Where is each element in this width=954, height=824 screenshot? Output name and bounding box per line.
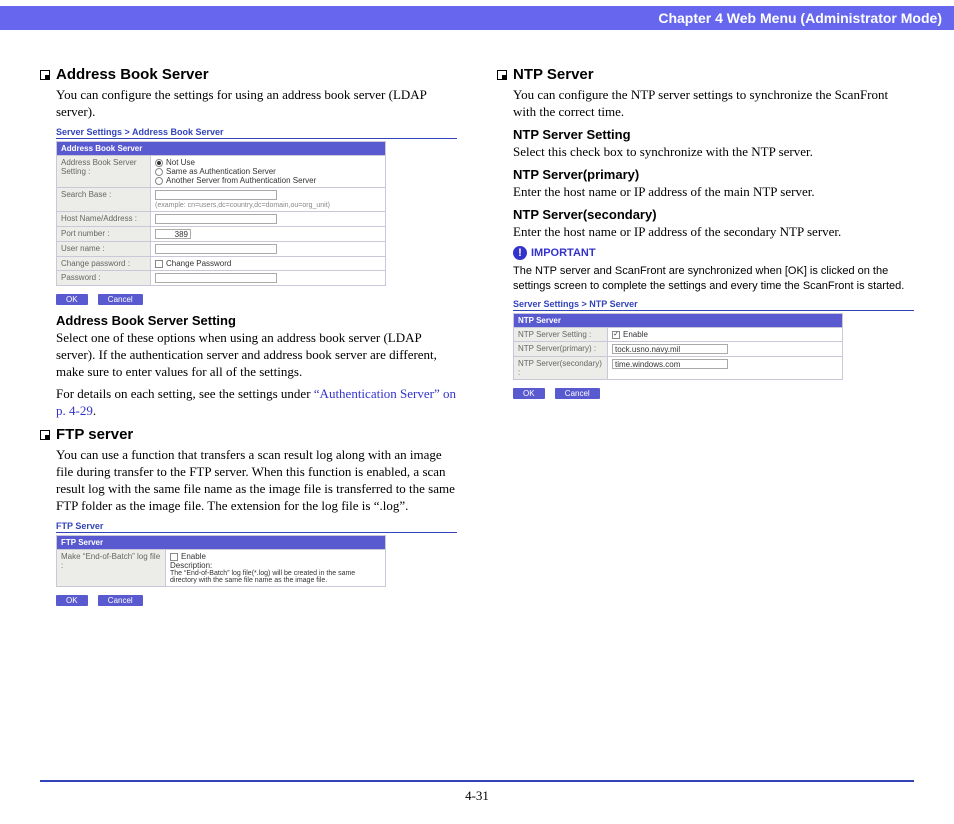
two-column-layout: Address Book Server You can configure th… (40, 60, 914, 614)
row-label: Make “End-of-Batch” log file : (57, 549, 166, 586)
breadcrumb: FTP Server (56, 521, 457, 533)
row-value: Enable (608, 328, 843, 342)
text-field[interactable] (155, 214, 277, 224)
radio-label: Another Server from Authentication Serve… (166, 176, 316, 185)
cancel-button[interactable]: Cancel (555, 388, 600, 399)
left-column: Address Book Server You can configure th… (40, 60, 457, 614)
title-text: NTP Server (513, 66, 594, 83)
row-label: NTP Server Setting : (514, 328, 608, 342)
row-value: Change Password (151, 256, 386, 270)
text-field[interactable]: 389 (155, 229, 191, 239)
text-field[interactable] (155, 190, 277, 200)
radio-icon[interactable] (155, 177, 163, 185)
row-label: NTP Server(primary) : (514, 342, 608, 357)
row-value: 389 (151, 226, 386, 241)
body-text: Select this check box to synchronize wit… (513, 144, 914, 161)
text-fragment: For details on each setting, see the set… (56, 386, 314, 401)
ok-button[interactable]: OK (513, 388, 545, 399)
bullet-icon (40, 430, 50, 440)
table-header: Address Book Server (57, 141, 386, 155)
screenshot-ntp-server: Server Settings > NTP Server NTP Server … (513, 299, 914, 399)
page-number: 4-31 (40, 788, 914, 804)
body-text: Select one of these options when using a… (56, 330, 457, 381)
sub-heading: Address Book Server Setting (56, 313, 457, 328)
breadcrumb: Server Settings > NTP Server (513, 299, 914, 311)
breadcrumb: Server Settings > Address Book Server (56, 127, 457, 139)
hint-text: (example: cn=users,dc=country,dc=domain,… (155, 202, 330, 209)
page: Chapter 4 Web Menu (Administrator Mode) … (0, 6, 954, 824)
table-header: FTP Server (57, 535, 386, 549)
title-text: FTP server (56, 426, 133, 443)
row-label: Password : (57, 270, 151, 285)
title-text: Address Book Server (56, 66, 209, 83)
radio-icon[interactable] (155, 159, 163, 167)
footer-rule (40, 780, 914, 782)
row-value (151, 270, 386, 285)
radio-icon[interactable] (155, 168, 163, 176)
section-intro: You can configure the settings for using… (56, 87, 457, 121)
chapter-header: Chapter 4 Web Menu (Administrator Mode) (0, 6, 954, 30)
cancel-button[interactable]: Cancel (98, 294, 143, 305)
row-value: (example: cn=users,dc=country,dc=domain,… (151, 187, 386, 211)
row-label: Search Base : (57, 187, 151, 211)
section-title-ntp: NTP Server (497, 66, 914, 83)
checkbox-label: Enable (623, 330, 648, 339)
bullet-icon (40, 70, 50, 80)
radio-label: Not Use (166, 158, 195, 167)
row-label: Port number : (57, 226, 151, 241)
text-field[interactable] (155, 273, 277, 283)
important-callout: ! IMPORTANT (513, 246, 914, 260)
sub-heading: NTP Server(primary) (513, 167, 914, 182)
sub-heading: NTP Server Setting (513, 127, 914, 142)
row-value: Not Use Same as Authentication Server An… (151, 155, 386, 187)
row-value: Enable Description: The “End-of-Batch” l… (166, 549, 386, 586)
row-label: NTP Server(secondary) : (514, 357, 608, 380)
row-value: tock.usno.navy.mil (608, 342, 843, 357)
row-label: User name : (57, 241, 151, 256)
important-text: The NTP server and ScanFront are synchro… (513, 264, 914, 293)
body-text: For details on each setting, see the set… (56, 386, 457, 420)
row-label: Host Name/Address : (57, 211, 151, 226)
sub-heading: NTP Server(secondary) (513, 207, 914, 222)
row-label: Change password : (57, 256, 151, 270)
row-label: Address Book Server Setting : (57, 155, 151, 187)
body-text: Enter the host name or IP address of the… (513, 224, 914, 241)
cancel-button[interactable]: Cancel (98, 595, 143, 606)
checkbox-icon[interactable] (155, 260, 163, 268)
section-title-address-book: Address Book Server (40, 66, 457, 83)
ok-button[interactable]: OK (56, 595, 88, 606)
ok-button[interactable]: OK (56, 294, 88, 305)
body-text: Enter the host name or IP address of the… (513, 184, 914, 201)
text-field[interactable]: tock.usno.navy.mil (612, 344, 728, 354)
important-icon: ! (513, 246, 527, 260)
desc-text: The “End-of-Batch” log file(*.log) will … (170, 570, 381, 584)
table-header: NTP Server (514, 314, 843, 328)
checkbox-label: Change Password (166, 259, 231, 268)
screenshot-ftp-server: FTP Server FTP Server Make “End-of-Batch… (56, 521, 457, 606)
section-intro: You can use a function that transfers a … (56, 447, 457, 515)
checkbox-icon[interactable] (170, 553, 178, 561)
section-intro: You can configure the NTP server setting… (513, 87, 914, 121)
text-fragment: . (93, 403, 96, 418)
page-footer: 4-31 (40, 780, 914, 804)
checkbox-icon[interactable] (612, 331, 620, 339)
row-value (151, 241, 386, 256)
text-field[interactable] (155, 244, 277, 254)
text-field[interactable]: time.windows.com (612, 359, 728, 369)
row-value: time.windows.com (608, 357, 843, 380)
radio-label: Same as Authentication Server (166, 167, 276, 176)
right-column: NTP Server You can configure the NTP ser… (497, 60, 914, 614)
important-label: IMPORTANT (531, 247, 596, 259)
screenshot-address-book-server: Server Settings > Address Book Server Ad… (56, 127, 457, 305)
bullet-icon (497, 70, 507, 80)
section-title-ftp: FTP server (40, 426, 457, 443)
row-value (151, 211, 386, 226)
desc-label: Description: (170, 561, 381, 570)
checkbox-label: Enable (181, 552, 206, 561)
